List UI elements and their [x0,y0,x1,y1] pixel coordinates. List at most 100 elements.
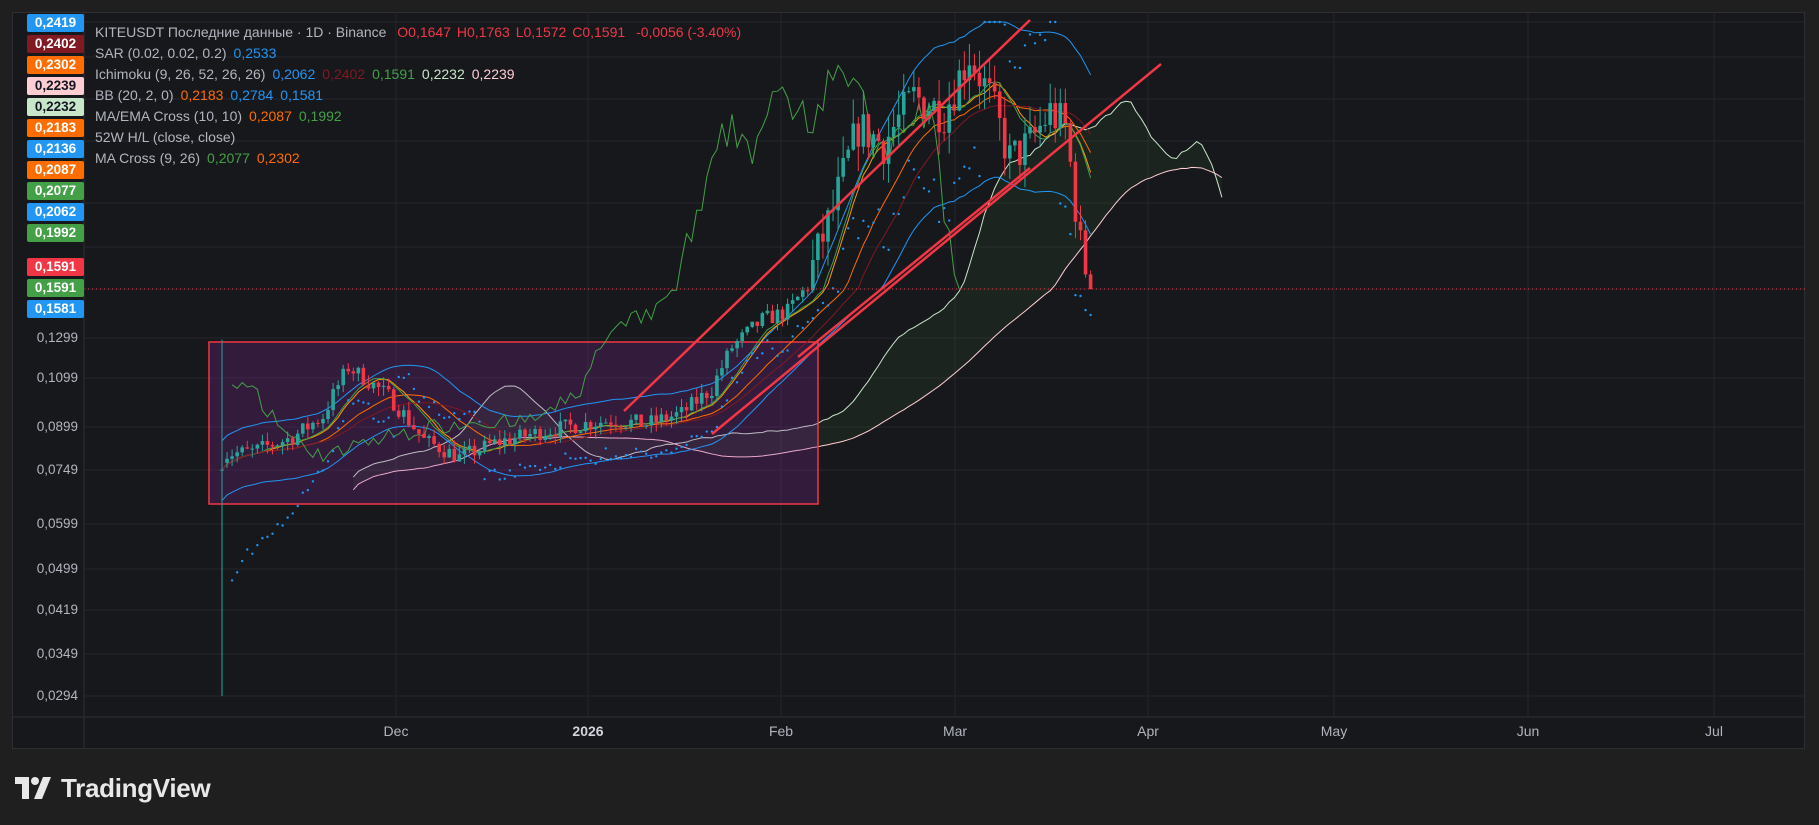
candle-body [462,449,467,455]
candle-body [861,114,866,147]
candle-body [705,392,709,399]
candle-body [740,332,744,341]
sar-dot [518,463,522,466]
tradingview-logo[interactable]: TradingView [15,773,211,803]
price-badge: 0,2087 [27,161,84,179]
sar-dot [544,466,547,469]
candle-body [472,445,477,456]
sar-dot [357,399,360,402]
sar-dot [1069,232,1072,236]
candle-body [523,429,527,437]
sar-dot [624,453,628,457]
candle-body [871,134,876,148]
candle-body [280,442,285,446]
indicator-legend-row[interactable]: MA/EMA Cross (10, 10) 0,2087 0,1992 [95,106,349,127]
candle-body [225,458,229,463]
candle-body [548,434,553,437]
indicator-legend-row[interactable]: Ichimoku (9, 26, 52, 26, 26) 0,2062 0,2402… [95,64,522,85]
candle-body [982,78,987,87]
candle-body [1073,161,1078,222]
candle-body [876,134,881,141]
candle-body [614,424,618,427]
indicator-value: 0,2533 [233,45,277,61]
indicator-value: 0,2062 [272,66,316,82]
candle-body [694,397,699,404]
candle-body [412,425,416,430]
candle-body [907,91,911,93]
price-badge: 0,1581 [27,300,84,318]
sar-dot [407,372,411,376]
candle-body [346,368,351,372]
sar-dot [1003,23,1006,26]
time-axis-tick: Mar [942,723,968,739]
sar-dot [852,216,855,220]
sar-dot [458,417,461,421]
candle-body [1068,123,1073,162]
sar-dot [342,419,345,423]
indicator-legend-row[interactable]: SAR (0.02, 0.02, 0.2) 0,2533 [95,43,283,64]
candle-body [1058,103,1063,129]
candle-body [765,310,770,314]
indicator-legend-row[interactable]: MA Cross (9, 26) 0,2077 0,2302 [95,148,307,169]
sar-dot [781,350,784,354]
candle-body [1063,103,1068,124]
candle-body [846,149,850,158]
candle-body [1013,140,1017,146]
ohlc-open: O0,1647 [397,24,452,40]
candle-body [790,300,795,304]
candle-body [533,429,537,435]
candle-body [1038,125,1042,133]
sar-dot [402,376,405,380]
candle-body [240,447,244,453]
sar-dot [321,469,325,472]
candle-body [482,440,487,451]
candle-body [341,368,345,386]
candle-body [816,233,820,261]
sar-dot [978,174,981,178]
candle-body [351,371,356,374]
candle-body [962,70,967,81]
candle-body [301,423,305,434]
candle-body [371,382,376,389]
indicator-value: 0,2087 [249,108,292,124]
candle-body [220,469,224,471]
candle-body [295,433,300,445]
sar-dot [998,20,1001,24]
candle-body [437,443,441,453]
candle-body [997,91,1002,119]
candle-body [417,429,421,434]
sar-dot [761,352,764,355]
indicator-legend-row[interactable]: 52W H/L (close, close) [95,127,242,148]
sar-dot [266,535,269,539]
sar-dot [766,339,769,342]
sar-dot [533,464,537,468]
sar-dot [437,413,441,417]
candle-body [745,326,749,333]
price-badge: 0,2136 [27,140,84,158]
candle-body [896,114,901,127]
candle-body [381,385,386,387]
sar-dot [1008,60,1011,63]
sar-dot [786,349,789,352]
candle-body [442,452,446,458]
sar-dot [367,402,370,405]
price-axis-tick: 0,1099 [36,370,78,385]
candle-body [391,389,396,411]
indicator-value: 0,2232 [421,66,465,82]
time-axis-tick: Dec [383,723,409,739]
candle-body [402,410,406,417]
candle-body [669,416,674,421]
sar-dot [922,187,926,190]
indicator-legend-row[interactable]: BB (20, 2, 0) 0,2183 0,2784 0,1581 [95,85,330,106]
sar-dot [720,405,724,408]
candle-body [735,340,739,349]
candle-body [917,87,921,98]
price-badge: 0,2077 [27,182,84,200]
sar-dot [1013,66,1017,69]
candle-body [977,72,982,87]
candle-body [447,448,452,458]
candle-body [725,350,729,369]
sar-dot [422,396,426,399]
candle-body [942,132,946,134]
sar-dot [235,571,239,574]
